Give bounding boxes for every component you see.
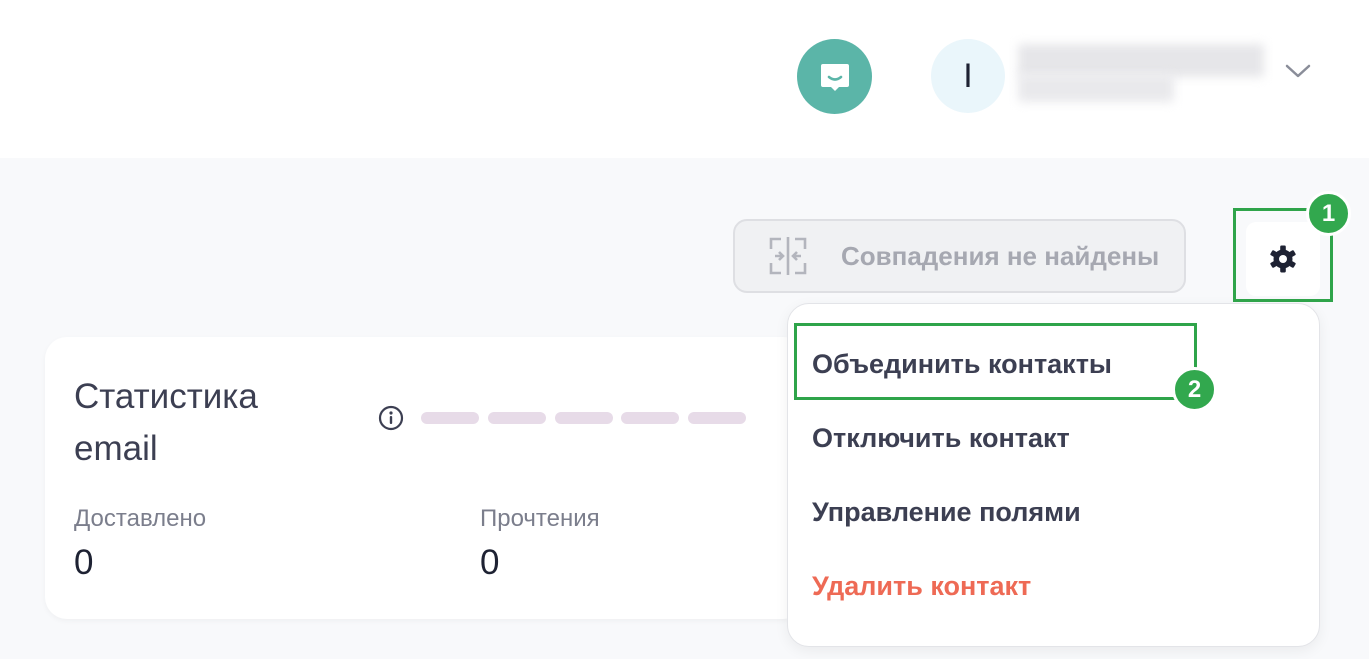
loading-skeleton xyxy=(555,412,613,424)
stat-delivered: Доставлено 0 xyxy=(74,505,206,583)
loading-skeleton xyxy=(488,412,546,424)
gear-icon xyxy=(1270,245,1296,273)
user-avatar[interactable]: I xyxy=(931,39,1005,113)
user-name-redacted[interactable] xyxy=(1018,44,1264,102)
chevron-down-icon[interactable] xyxy=(1283,56,1313,86)
stats-card: Статистика email Доставлено 0 Прочтения … xyxy=(45,337,805,619)
menu-item-manage-fields[interactable]: Управление полями xyxy=(812,497,1081,528)
menu-item-merge-contacts[interactable]: Объединить контакты xyxy=(812,349,1112,380)
settings-dropdown-menu: Объединить контакты Отключить контакт Уп… xyxy=(787,303,1320,647)
loading-skeleton xyxy=(421,412,479,424)
loading-skeleton xyxy=(688,412,746,424)
matches-label: Совпадения не найдены xyxy=(841,240,1160,271)
stat-delivered-label: Доставлено xyxy=(74,505,207,532)
chat-icon xyxy=(820,63,849,91)
step-badge-2: 2 xyxy=(1172,367,1217,412)
stats-title: Статистика email xyxy=(74,377,258,468)
matches-button[interactable]: Совпадения не найдены xyxy=(733,219,1186,293)
avatar-initial: I xyxy=(963,56,973,95)
merge-icon xyxy=(769,237,807,275)
stat-delivered-value: 0 xyxy=(74,543,94,582)
info-icon[interactable] xyxy=(378,405,404,431)
chat-button[interactable] xyxy=(797,39,872,114)
stat-reads-value: 0 xyxy=(480,543,500,582)
menu-item-disable-contact[interactable]: Отключить контакт xyxy=(812,423,1070,454)
top-bar: I xyxy=(0,0,1369,158)
menu-item-delete-contact[interactable]: Удалить контакт xyxy=(812,571,1031,602)
stat-reads: Прочтения 0 xyxy=(480,505,600,583)
settings-button[interactable] xyxy=(1246,222,1320,296)
stat-reads-label: Прочтения xyxy=(480,505,600,532)
step-badge-1: 1 xyxy=(1306,191,1351,236)
loading-skeleton xyxy=(621,412,679,424)
